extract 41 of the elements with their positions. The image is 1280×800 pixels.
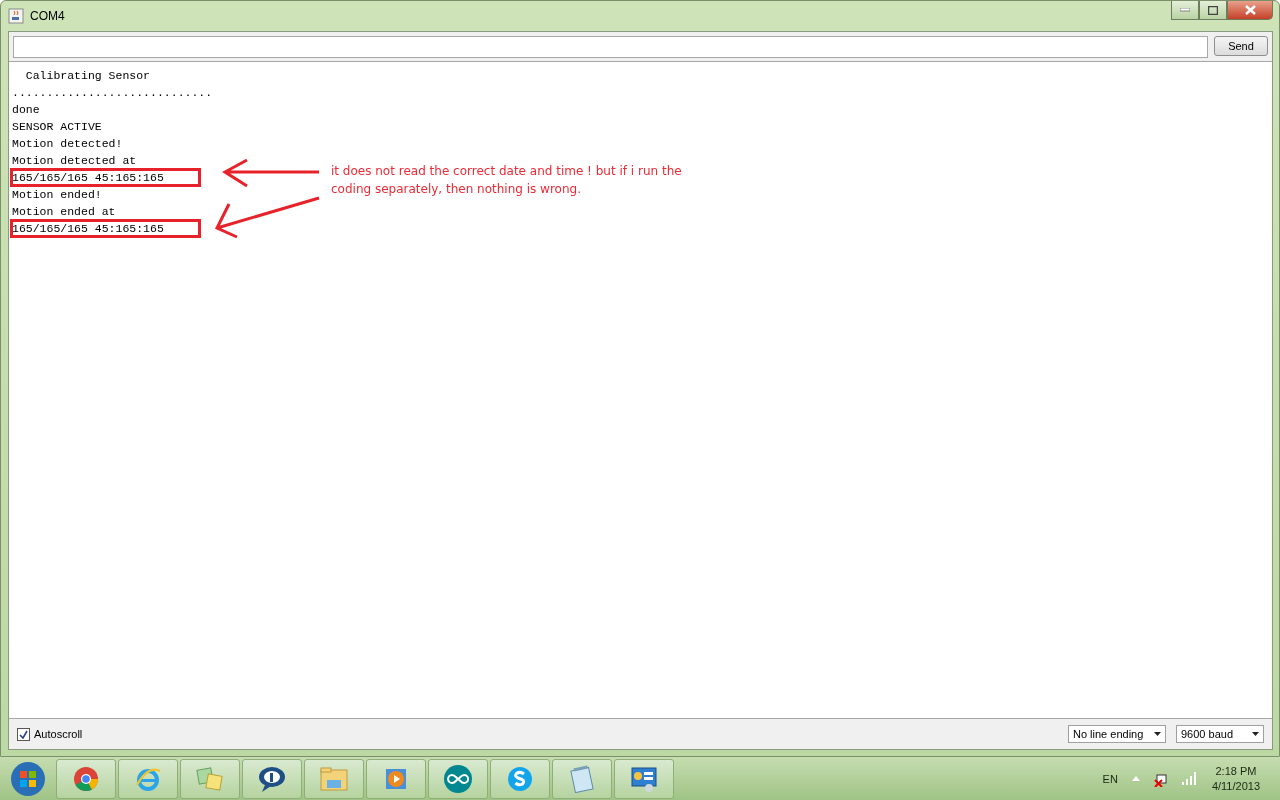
skype-s-icon [506, 764, 534, 793]
boxed-output-line: 165/165/165 45:165:165 [11, 169, 200, 186]
annotation-note: it does not read the correct date and time ! but if i run the coding separately, then nothing is wrong. [331, 163, 683, 198]
folder-icon [319, 765, 349, 792]
infinity-logo-icon [443, 763, 473, 794]
output-line: SENSOR ACTIVE [11, 119, 102, 135]
baud-dropdown[interactable]: 9600 baud [1176, 725, 1264, 743]
output-line: Motion ended at [11, 204, 116, 220]
control-panel-icon [629, 764, 659, 793]
chrome-icon [73, 765, 99, 792]
autoscroll-checkbox[interactable] [17, 727, 30, 741]
line-ending-dropdown[interactable]: No line ending [1068, 725, 1166, 743]
window-title: COM4 [30, 9, 66, 23]
send-button[interactable]: Send [1214, 36, 1268, 56]
check-icon [19, 729, 28, 739]
language-indicator[interactable]: EN [1102, 772, 1118, 785]
close-icon [1244, 5, 1256, 15]
taskbar-button[interactable] [614, 758, 674, 799]
clock-time[interactable]: 2:18 PM [1215, 765, 1257, 777]
output-line: Motion ended! [11, 187, 102, 203]
minimize-button[interactable] [1171, 1, 1199, 20]
clock-date[interactable]: 4/11/2013 [1211, 780, 1260, 792]
taskbar-button[interactable] [56, 758, 116, 799]
signal-icon[interactable] [1181, 772, 1198, 785]
autoscroll-label: Autoscroll [34, 728, 83, 740]
taskbar-button[interactable] [242, 758, 302, 799]
input-field[interactable] [13, 36, 1208, 58]
taskbar-button[interactable] [428, 758, 488, 799]
output-line: Motion detected! [11, 136, 123, 152]
maximize-icon [1208, 5, 1218, 15]
output-line: done [11, 102, 40, 118]
output-line: ............................. [11, 85, 213, 101]
close-button[interactable] [1227, 1, 1273, 20]
caret-icon [1154, 732, 1161, 736]
windows-orb-icon [10, 760, 46, 797]
minimize-icon [1180, 8, 1190, 12]
boxed-output-line: 165/165/165 45:165:165 [11, 220, 200, 237]
output-line: Calibrating Sensor [24, 68, 151, 84]
output-line: Motion detected at [11, 153, 137, 169]
maximize-button[interactable] [1199, 1, 1227, 20]
caret-icon [1252, 732, 1259, 736]
